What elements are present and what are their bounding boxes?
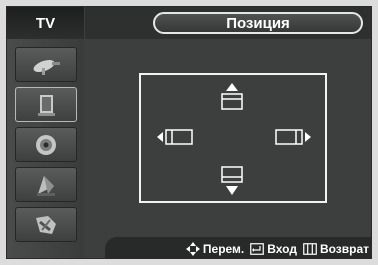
cd-disc-icon (36, 134, 56, 155)
menu-header: Позиция (85, 7, 371, 39)
sidebar-item-setup[interactable] (15, 207, 77, 242)
arrow-down-screen-icon[interactable] (219, 165, 245, 197)
satellite-dish-icon (33, 59, 60, 75)
hint-move-label: Перем. (202, 241, 245, 256)
position-box (139, 73, 327, 203)
move-arrows-icon (185, 241, 200, 256)
speaker-icon (38, 94, 55, 116)
menu-title: Позиция (153, 12, 363, 34)
sidebar-item-input[interactable] (15, 47, 77, 82)
sidebar-item-picture[interactable] (15, 87, 77, 122)
hint-enter-label: Вход (267, 241, 297, 256)
enter-icon (250, 242, 265, 255)
position-panel (85, 39, 371, 237)
plant-icon (37, 175, 55, 196)
tv-label: TV (7, 7, 84, 39)
sidebar-item-sound[interactable] (15, 127, 77, 162)
arrow-right-screen-icon[interactable] (273, 127, 313, 147)
hint-enter: Вход (250, 242, 297, 256)
tools-icon (36, 215, 56, 234)
arrow-left-screen-icon[interactable] (155, 127, 195, 147)
sidebar-item-channel[interactable] (15, 167, 77, 202)
hint-return-label: Возврат (319, 241, 369, 256)
sidebar: TV (7, 7, 84, 258)
screen-frame: TV Позиция Перем. Вход Возврат (0, 0, 378, 265)
hint-move: Перем. (185, 241, 245, 256)
osd-window: TV Позиция Перем. Вход Возврат (6, 6, 372, 259)
arrow-up-screen-icon[interactable] (219, 81, 245, 113)
hint-return: Возврат (303, 242, 369, 256)
footer-hints: Перем. Вход Возврат (105, 237, 371, 258)
return-icon (303, 242, 317, 255)
